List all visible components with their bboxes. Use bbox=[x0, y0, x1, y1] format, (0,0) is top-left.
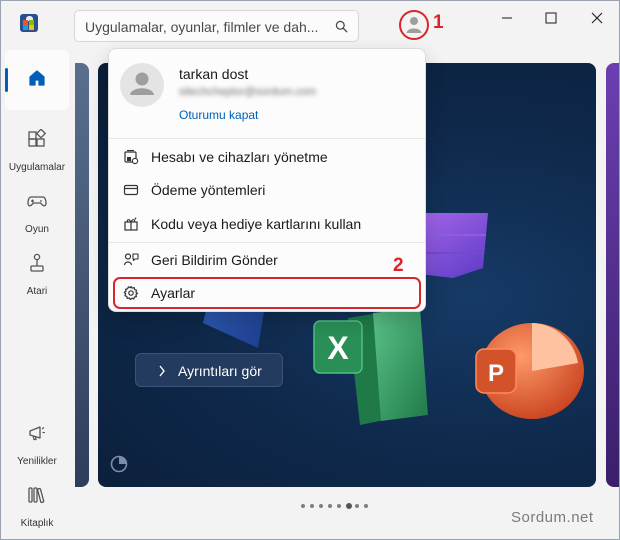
menu-item-label: Ayarlar bbox=[151, 285, 196, 301]
sidebar-item-whats-new[interactable]: Yenilikler bbox=[5, 411, 69, 471]
close-button[interactable] bbox=[577, 5, 617, 31]
menu-item-settings[interactable]: Ayarlar bbox=[113, 277, 421, 309]
user-name: tarkan dost bbox=[179, 66, 249, 82]
carousel-dot[interactable] bbox=[310, 504, 314, 508]
callout-number-1: 1 bbox=[433, 12, 444, 33]
carousel-dot[interactable] bbox=[301, 504, 305, 508]
menu-item-label: Geri Bildirim Gönder bbox=[151, 252, 278, 268]
sidebar-item-apps[interactable]: Uygulamalar bbox=[5, 117, 69, 177]
callout-number-2: 2 bbox=[393, 255, 404, 276]
menu-divider bbox=[109, 138, 425, 139]
chevron-right-icon bbox=[158, 364, 166, 380]
gamepad-icon bbox=[27, 196, 47, 207]
carousel-dot[interactable] bbox=[319, 504, 323, 508]
sidebar-item-label: Uygulamalar bbox=[8, 162, 66, 173]
person-icon bbox=[406, 17, 422, 33]
menu-item-label: Ödeme yöntemleri bbox=[151, 182, 266, 198]
search-icon[interactable] bbox=[335, 20, 348, 33]
see-details-button[interactable]: Ayrıntıları gör bbox=[135, 353, 283, 387]
sidebar-item-label: Atari bbox=[26, 286, 48, 297]
menu-item-label: Hesabı ve cihazları yönetme bbox=[151, 149, 328, 165]
svg-text:X: X bbox=[327, 330, 349, 366]
apps-icon bbox=[28, 129, 47, 147]
store-logo-icon bbox=[20, 14, 38, 32]
maximize-button[interactable] bbox=[531, 5, 571, 31]
sidebar-item-library[interactable]: Kitaplık bbox=[5, 473, 69, 533]
feedback-icon bbox=[123, 253, 139, 266]
sidebar-item-arcade[interactable]: Atari bbox=[5, 241, 69, 301]
gift-card-icon bbox=[124, 217, 138, 231]
carousel-dot[interactable] bbox=[355, 504, 359, 508]
svg-text:P: P bbox=[488, 360, 504, 387]
previous-hero-slide[interactable] bbox=[75, 63, 89, 487]
menu-item-manage-account[interactable]: Hesabı ve cihazları yönetme bbox=[113, 141, 421, 173]
minimize-button[interactable] bbox=[487, 5, 527, 31]
sidebar-item-gaming[interactable]: Oyun bbox=[5, 179, 69, 239]
menu-item-redeem-code[interactable]: Kodu veya hediye kartlarını kullan bbox=[113, 208, 421, 240]
carousel-dot[interactable] bbox=[328, 504, 332, 508]
device-manage-icon bbox=[124, 149, 139, 165]
menu-divider bbox=[109, 242, 425, 243]
store-window: 1 Uygulamalar Oyun Atari Yenilikler Kita… bbox=[0, 0, 620, 540]
carousel-dot[interactable] bbox=[346, 503, 352, 509]
library-icon bbox=[28, 487, 45, 504]
sidebar-item-home[interactable] bbox=[5, 50, 69, 110]
user-email: sitechcheptor@sordum.com bbox=[179, 86, 317, 98]
account-menu: tarkan dost sitechcheptor@sordum.com Otu… bbox=[108, 48, 426, 312]
carousel-dot[interactable] bbox=[364, 504, 368, 508]
megaphone-icon bbox=[29, 426, 45, 441]
user-avatar bbox=[120, 63, 164, 107]
watermark-text: Sordum.net bbox=[511, 509, 594, 526]
sidebar-item-label: Kitaplık bbox=[20, 518, 54, 529]
account-avatar-button[interactable] bbox=[399, 10, 429, 40]
see-details-label: Ayrıntıları gör bbox=[178, 363, 262, 379]
credit-card-icon bbox=[123, 184, 139, 196]
search-box[interactable] bbox=[74, 10, 359, 42]
menu-item-payment-methods[interactable]: Ödeme yöntemleri bbox=[113, 174, 421, 206]
brand-mark-icon bbox=[110, 455, 128, 473]
sidebar-item-label: Yenilikler bbox=[17, 456, 57, 467]
sign-out-link[interactable]: Oturumu kapat bbox=[179, 108, 258, 122]
menu-item-send-feedback[interactable]: Geri Bildirim Gönder bbox=[113, 244, 421, 276]
search-input[interactable] bbox=[85, 17, 330, 37]
person-icon bbox=[130, 72, 154, 95]
next-hero-slide[interactable] bbox=[606, 63, 619, 487]
menu-item-label: Kodu veya hediye kartlarını kullan bbox=[151, 216, 362, 232]
joystick-icon bbox=[30, 253, 44, 272]
home-icon bbox=[29, 70, 45, 86]
carousel-dot[interactable] bbox=[337, 504, 341, 508]
gear-icon bbox=[123, 285, 139, 301]
sidebar-item-label: Oyun bbox=[25, 224, 49, 235]
